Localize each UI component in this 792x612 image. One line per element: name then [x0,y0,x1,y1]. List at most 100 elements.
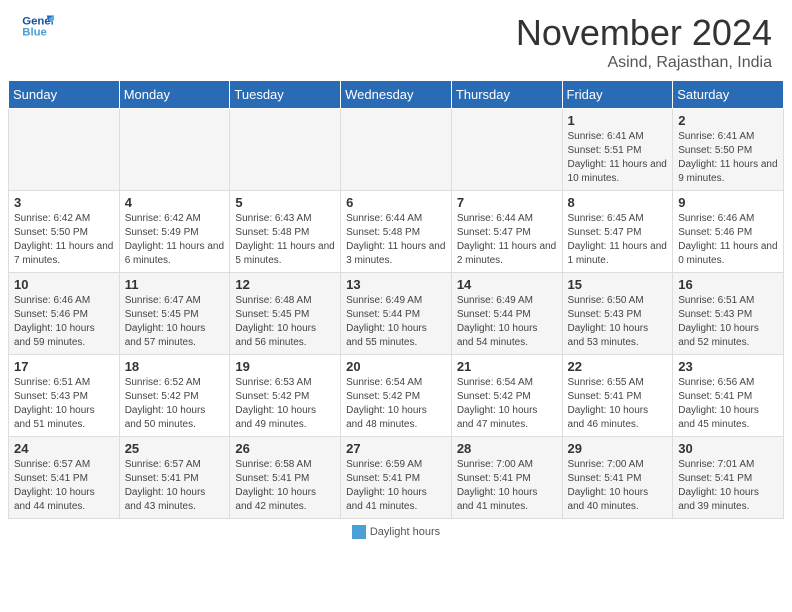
calendar-table: SundayMondayTuesdayWednesdayThursdayFrid… [8,80,784,519]
day-info: Sunrise: 6:46 AM Sunset: 5:46 PM Dayligh… [678,212,778,268]
day-number: 26 [235,441,335,456]
day-info: Sunrise: 6:53 AM Sunset: 5:42 PM Dayligh… [235,376,335,432]
calendar-header: SundayMondayTuesdayWednesdayThursdayFrid… [9,81,784,109]
calendar-cell: 19 Sunrise: 6:53 AM Sunset: 5:42 PM Dayli… [230,355,341,437]
calendar-cell [451,109,562,191]
calendar-cell: 29Sunrise: 7:00 AM Sunset: 5:41 PM Dayli… [562,437,673,519]
calendar-cell: 21Sunrise: 6:54 AM Sunset: 5:42 PM Dayli… [451,355,562,437]
calendar-cell: 10 Sunrise: 6:46 AM Sunset: 5:46 PM Dayli… [9,273,120,355]
weekday-header-wednesday: Wednesday [341,81,452,109]
day-info: Sunrise: 7:00 AM Sunset: 5:41 PM Dayligh… [568,458,668,514]
legend-color-box [352,525,366,539]
day-number: 12 [235,277,335,292]
legend-label: Daylight hours [370,526,440,538]
day-info: Sunrise: 6:50 AM Sunset: 5:43 PM Dayligh… [568,294,668,350]
day-number: 23 [678,359,778,374]
calendar-cell: 7Sunrise: 6:44 AM Sunset: 5:47 PM Daylig… [451,191,562,273]
day-number: 5 [235,195,335,210]
calendar-cell [341,109,452,191]
calendar-cell: 12 Sunrise: 6:48 AM Sunset: 5:45 PM Dayli… [230,273,341,355]
day-number: 14 [457,277,557,292]
calendar-cell: 27Sunrise: 6:59 AM Sunset: 5:41 PM Dayli… [341,437,452,519]
title-section: November 2024 Asind, Rajasthan, India [516,12,772,72]
day-info: Sunrise: 6:57 AM Sunset: 5:41 PM Dayligh… [125,458,225,514]
calendar-cell: 30 Sunrise: 7:01 AM Sunset: 5:41 PM Dayli… [673,437,784,519]
day-number: 17 [14,359,114,374]
weekday-header-monday: Monday [119,81,230,109]
calendar-cell: 9 Sunrise: 6:46 AM Sunset: 5:46 PM Daylig… [673,191,784,273]
day-info: Sunrise: 6:42 AM Sunset: 5:50 PM Dayligh… [14,212,114,268]
calendar-cell: 1 Sunrise: 6:41 AM Sunset: 5:51 PM Daylig… [562,109,673,191]
day-info: Sunrise: 6:49 AM Sunset: 5:44 PM Dayligh… [457,294,557,350]
calendar-cell: 26Sunrise: 6:58 AM Sunset: 5:41 PM Dayli… [230,437,341,519]
day-info: Sunrise: 6:52 AM Sunset: 5:42 PM Dayligh… [125,376,225,432]
calendar-cell: 22 Sunrise: 6:55 AM Sunset: 5:41 PM Dayli… [562,355,673,437]
day-number: 22 [568,359,668,374]
logo: General Blue [20,12,54,45]
day-number: 27 [346,441,446,456]
day-number: 28 [457,441,557,456]
calendar-cell [9,109,120,191]
day-number: 24 [14,441,114,456]
day-number: 1 [568,113,668,128]
day-number: 7 [457,195,557,210]
month-title: November 2024 [516,12,772,54]
day-info: Sunrise: 6:42 AM Sunset: 5:49 PM Dayligh… [125,212,225,268]
day-number: 18 [125,359,225,374]
day-number: 21 [457,359,557,374]
day-info: Sunrise: 6:43 AM Sunset: 5:48 PM Dayligh… [235,212,335,268]
calendar-cell: 16Sunrise: 6:51 AM Sunset: 5:43 PM Dayli… [673,273,784,355]
day-info: Sunrise: 6:55 AM Sunset: 5:41 PM Dayligh… [568,376,668,432]
calendar-cell: 3Sunrise: 6:42 AM Sunset: 5:50 PM Daylig… [9,191,120,273]
calendar-cell [119,109,230,191]
weekday-header-thursday: Thursday [451,81,562,109]
calendar-cell: 15 Sunrise: 6:50 AM Sunset: 5:43 PM Dayli… [562,273,673,355]
day-info: Sunrise: 6:46 AM Sunset: 5:46 PM Dayligh… [14,294,114,350]
day-info: Sunrise: 6:48 AM Sunset: 5:45 PM Dayligh… [235,294,335,350]
day-number: 11 [125,277,225,292]
calendar-cell: 17 Sunrise: 6:51 AM Sunset: 5:43 PM Dayli… [9,355,120,437]
calendar-cell: 4Sunrise: 6:42 AM Sunset: 5:49 PM Daylig… [119,191,230,273]
day-number: 6 [346,195,446,210]
calendar-cell: 24Sunrise: 6:57 AM Sunset: 5:41 PM Dayli… [9,437,120,519]
day-info: Sunrise: 6:49 AM Sunset: 5:44 PM Dayligh… [346,294,446,350]
day-number: 2 [678,113,778,128]
day-info: Sunrise: 6:47 AM Sunset: 5:45 PM Dayligh… [125,294,225,350]
calendar-week-2: 10 Sunrise: 6:46 AM Sunset: 5:46 PM Dayli… [9,273,784,355]
day-number: 9 [678,195,778,210]
calendar-cell: 25 Sunrise: 6:57 AM Sunset: 5:41 PM Dayli… [119,437,230,519]
calendar-cell: 20Sunrise: 6:54 AM Sunset: 5:42 PM Dayli… [341,355,452,437]
calendar-week-4: 24 Sunrise: 6:57 AM Sunset: 5:41 PM Dayli… [9,437,784,519]
weekday-header-sunday: Sunday [9,81,120,109]
day-info: Sunrise: 7:01 AM Sunset: 5:41 PM Dayligh… [678,458,778,514]
day-number: 10 [14,277,114,292]
day-number: 19 [235,359,335,374]
calendar-cell: 18 Sunrise: 6:52 AM Sunset: 5:42 PM Dayli… [119,355,230,437]
calendar-cell: 13 Sunrise: 6:49 AM Sunset: 5:44 PM Dayli… [341,273,452,355]
calendar-cell: 23Sunrise: 6:56 AM Sunset: 5:41 PM Dayli… [673,355,784,437]
day-info: Sunrise: 7:00 AM Sunset: 5:41 PM Dayligh… [457,458,557,514]
legend-item: Daylight hours [352,525,440,539]
day-info: Sunrise: 6:45 AM Sunset: 5:47 PM Dayligh… [568,212,668,268]
calendar-cell: 6Sunrise: 6:44 AM Sunset: 5:48 PM Daylig… [341,191,452,273]
day-info: Sunrise: 6:51 AM Sunset: 5:43 PM Dayligh… [14,376,114,432]
calendar-week-3: 17 Sunrise: 6:51 AM Sunset: 5:43 PM Dayli… [9,355,784,437]
calendar-cell: 2 Sunrise: 6:41 AM Sunset: 5:50 PM Daylig… [673,109,784,191]
day-number: 25 [125,441,225,456]
day-number: 15 [568,277,668,292]
calendar-cell: 28 Sunrise: 7:00 AM Sunset: 5:41 PM Dayli… [451,437,562,519]
calendar-cell: 11 Sunrise: 6:47 AM Sunset: 5:45 PM Dayli… [119,273,230,355]
day-number: 13 [346,277,446,292]
calendar-body: 1 Sunrise: 6:41 AM Sunset: 5:51 PM Daylig… [9,109,784,519]
logo-icon: General Blue [22,12,54,40]
day-number: 30 [678,441,778,456]
svg-text:Blue: Blue [22,27,47,39]
location-subtitle: Asind, Rajasthan, India [516,54,772,72]
day-info: Sunrise: 6:41 AM Sunset: 5:50 PM Dayligh… [678,130,778,186]
day-info: Sunrise: 6:54 AM Sunset: 5:42 PM Dayligh… [346,376,446,432]
weekday-header-tuesday: Tuesday [230,81,341,109]
day-number: 16 [678,277,778,292]
day-info: Sunrise: 6:41 AM Sunset: 5:51 PM Dayligh… [568,130,668,186]
page-header: General Blue November 2024 Asind, Rajast… [0,0,792,80]
calendar-cell: 14 Sunrise: 6:49 AM Sunset: 5:44 PM Dayli… [451,273,562,355]
